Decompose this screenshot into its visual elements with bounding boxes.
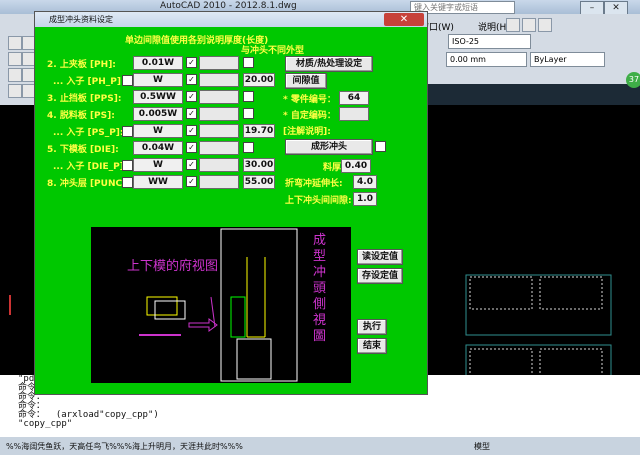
forming-punch-button[interactable]: 成形冲头 xyxy=(285,139,373,155)
row-empty-field[interactable] xyxy=(199,90,239,104)
row-value[interactable]: 0.005W xyxy=(133,107,183,121)
row-checkbox-left[interactable] xyxy=(122,177,133,188)
dimstyle-select[interactable]: ISO-25 xyxy=(448,34,531,49)
row-checkbox-left[interactable] xyxy=(122,126,133,137)
status-bar: %%海阔凭鱼跃，天高任鸟飞%%%海上升明月，天涯共此时%%% 模型 xyxy=(0,437,640,455)
model-tab[interactable]: 模型 xyxy=(474,441,490,452)
row-empty-field[interactable] xyxy=(199,107,239,121)
dialog-title-bar: 成型冲头资料设定 ✕ xyxy=(35,12,427,27)
row-value[interactable]: 0.04W xyxy=(133,141,183,155)
row-label: ... 入子 [DIE_P]: xyxy=(53,162,128,172)
command-line: 命令： (arxload"copy_cpp") xyxy=(18,410,159,420)
custom-no-label: * 自定编码： xyxy=(283,111,336,121)
row-extra[interactable]: 30.00 xyxy=(243,158,275,172)
zoom-icon[interactable] xyxy=(538,18,552,32)
end-button[interactable]: 结束 xyxy=(357,338,387,354)
preview-panel: 上下模的府视图 成型冲頭側視圖 xyxy=(91,227,351,383)
row-checkbox-2[interactable] xyxy=(243,108,254,119)
row-value[interactable]: 0.01W xyxy=(133,56,183,70)
row-empty-field[interactable] xyxy=(199,175,239,189)
custom-no-field[interactable] xyxy=(339,107,369,121)
status-text: %%海阔凭鱼跃，天高任鸟飞%%%海上升明月，天涯共此时%%% xyxy=(6,442,243,451)
layer-icon[interactable] xyxy=(8,52,22,66)
preview-side-text: 成型冲頭側視圖 xyxy=(313,233,327,344)
row-extra[interactable]: 20.00 xyxy=(243,73,275,87)
row-checkbox[interactable]: ✓ xyxy=(186,91,197,102)
part-no-field[interactable]: 64 xyxy=(339,91,369,105)
row-label: ... 入子 [PH_P]: xyxy=(53,77,125,87)
dialog-body: 单边间隙值使用各别说明厚度(长度) 与冲头不同外型 2. 上夹板 [PH]: 0… xyxy=(35,27,427,394)
execute-button[interactable]: 执行 xyxy=(357,319,387,335)
row-value[interactable]: WW xyxy=(133,175,183,189)
header-line2: 与冲头不同外型 xyxy=(241,46,305,56)
material-heat-button[interactable]: 材质/热处理设定 xyxy=(285,56,373,72)
new-file-icon[interactable] xyxy=(8,36,22,50)
autocad-title: AutoCAD 2010 - 2012.8.1.dwg xyxy=(160,1,297,11)
linetype-select[interactable]: ByLayer xyxy=(530,52,605,67)
row-label: ... 入子 [PS_P]: xyxy=(53,128,124,138)
row-checkbox[interactable]: ✓ xyxy=(186,108,197,119)
row-empty-field[interactable] xyxy=(199,141,239,155)
row-label: 2. 上夹板 [PH]: xyxy=(47,60,116,70)
row-checkbox-left[interactable] xyxy=(122,160,133,171)
preview-drawing xyxy=(139,228,298,382)
row-checkbox-2[interactable] xyxy=(243,142,254,153)
lineweight-select[interactable]: 0.00 mm xyxy=(446,52,527,67)
command-line: "copy_cpp" xyxy=(18,419,73,429)
read-settings-button[interactable]: 读设定值 xyxy=(357,249,403,265)
save-settings-button[interactable]: 存设定值 xyxy=(357,268,403,284)
row-empty-field[interactable] xyxy=(199,124,239,138)
magnifier-icon[interactable] xyxy=(506,18,520,32)
forming-punch-checkbox[interactable] xyxy=(375,141,386,152)
minimize-button[interactable]: – xyxy=(580,1,604,15)
preview-caption: 上下模的府视图 xyxy=(127,259,219,274)
punch-gap-label: 上下冲头间间隙: xyxy=(285,196,352,206)
row-label: 3. 止挡板 [PPS]: xyxy=(47,94,122,104)
dialog-close-button[interactable]: ✕ xyxy=(384,13,424,26)
calc-icon[interactable] xyxy=(8,84,22,98)
row-checkbox[interactable]: ✓ xyxy=(186,142,197,153)
row-value[interactable]: 0.5WW xyxy=(133,90,183,104)
row-empty-field[interactable] xyxy=(199,73,239,87)
thickness-field[interactable]: 0.40 xyxy=(341,159,371,173)
row-extra[interactable]: 55.00 xyxy=(243,175,275,189)
row-checkbox-2[interactable] xyxy=(243,91,254,102)
row-extra[interactable]: 19.70 xyxy=(243,124,275,138)
row-value[interactable]: W xyxy=(133,73,183,87)
row-checkbox[interactable]: ✓ xyxy=(186,74,197,85)
row-checkbox-left[interactable] xyxy=(122,75,133,86)
row-empty-field[interactable] xyxy=(199,158,239,172)
row-label: 4. 脱料板 [PS]: xyxy=(47,111,115,121)
punch-gap-field[interactable]: 1.0 xyxy=(353,192,377,206)
close-window-button[interactable]: ✕ xyxy=(604,1,628,15)
row-checkbox[interactable]: ✓ xyxy=(186,57,197,68)
row-value[interactable]: W xyxy=(133,124,183,138)
row-checkbox[interactable]: ✓ xyxy=(186,125,197,136)
bend-length-label: 折弯冲延伸长: xyxy=(285,179,343,189)
row-checkbox[interactable]: ✓ xyxy=(186,176,197,187)
row-checkbox-2[interactable] xyxy=(243,57,254,68)
note-label: [注解说明]: xyxy=(283,127,331,137)
row-empty-field[interactable] xyxy=(199,56,239,70)
notification-badge[interactable]: 37 xyxy=(626,72,640,88)
row-value[interactable]: W xyxy=(133,158,183,172)
pan-icon[interactable] xyxy=(522,18,536,32)
dialog-title: 成型冲头资料设定 xyxy=(49,15,113,24)
clearance-button[interactable]: 间隙值 xyxy=(285,73,327,89)
row-checkbox[interactable]: ✓ xyxy=(186,159,197,170)
punch-settings-dialog: 成型冲头资料设定 ✕ 单边间隙值使用各别说明厚度(长度) 与冲头不同外型 2. … xyxy=(34,11,428,395)
row-label: 5. 下模板 [DIE]: xyxy=(47,145,119,155)
part-no-label: * 零件编号： xyxy=(283,95,336,105)
grid-icon[interactable] xyxy=(8,68,22,82)
bend-length-field[interactable]: 4.0 xyxy=(353,175,377,189)
